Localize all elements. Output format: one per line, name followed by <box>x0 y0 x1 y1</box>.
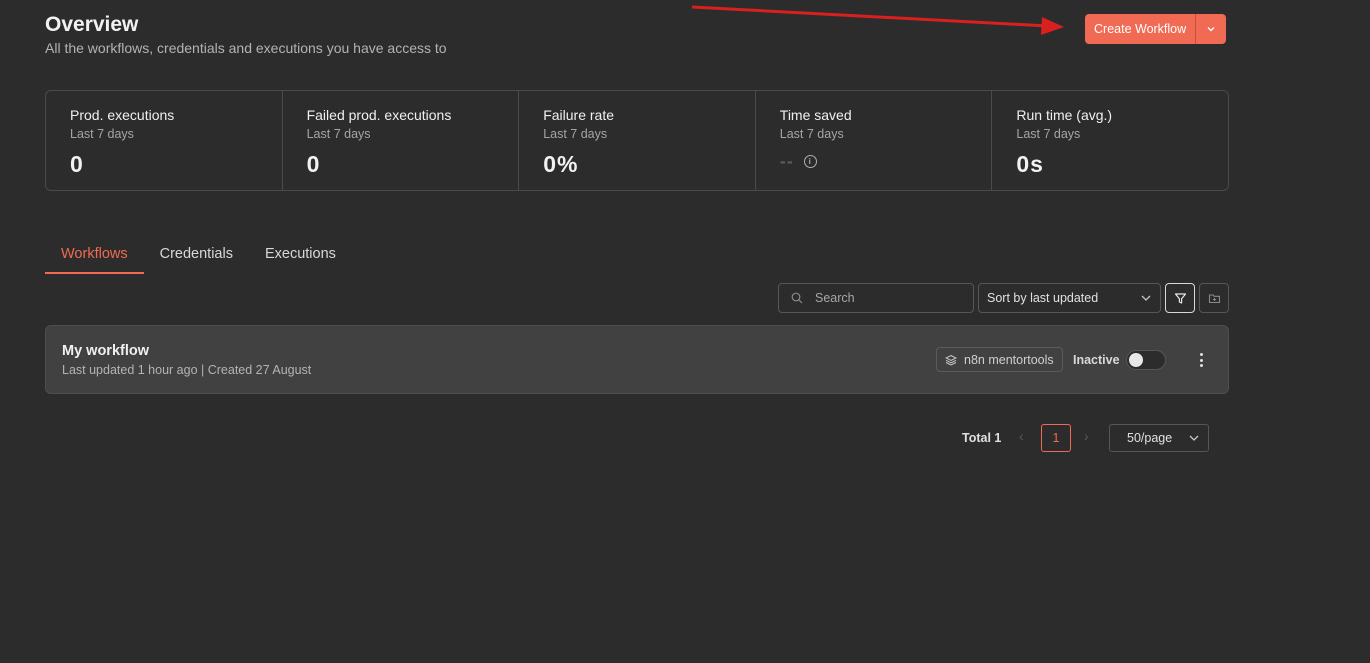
search-field[interactable] <box>778 283 974 313</box>
workflow-card[interactable]: My workflow Last updated 1 hour ago | Cr… <box>45 325 1229 394</box>
chevron-left-icon[interactable]: ‹ <box>1019 428 1024 444</box>
sort-select[interactable]: Sort by last updated <box>978 283 1161 313</box>
tab-workflows[interactable]: Workflows <box>45 238 144 274</box>
page-subtitle: All the workflows, credentials and execu… <box>45 40 447 56</box>
stat-value: -- <box>779 151 794 171</box>
stat-label: Failed prod. executions <box>306 107 452 123</box>
project-badge[interactable]: n8n mentortools <box>936 347 1063 372</box>
create-workflow-group: Create Workflow <box>1085 14 1227 44</box>
chevron-down-icon <box>1189 435 1199 441</box>
create-options-button[interactable] <box>1196 14 1227 44</box>
stat-value-row: -- i <box>780 151 968 172</box>
stat-period: Last 7 days <box>543 127 608 141</box>
tab-executions[interactable]: Executions <box>249 238 352 274</box>
chevron-down-icon <box>1141 295 1151 301</box>
workflow-name[interactable]: My workflow <box>62 343 149 359</box>
stat-failed-executions[interactable]: Failed prod. executions Last 7 days 0 <box>283 91 520 190</box>
stat-value: 0% <box>543 151 579 177</box>
resource-tabs: Workflows Credentials Executions <box>45 238 352 274</box>
stat-period: Last 7 days <box>1016 127 1081 141</box>
tab-credentials[interactable]: Credentials <box>144 238 249 274</box>
annotation-arrow <box>691 5 1064 35</box>
page-size-value: 50/page <box>1127 431 1173 445</box>
layers-icon <box>945 354 957 366</box>
stat-value: 0s <box>1016 151 1044 177</box>
pagination-total: Total 1 <box>962 431 1002 445</box>
search-input[interactable] <box>815 291 955 305</box>
chevron-right-icon[interactable]: › <box>1084 428 1089 444</box>
stat-value: 0 <box>306 151 321 177</box>
toggle-knob <box>1129 353 1143 367</box>
filter-icon <box>1174 292 1186 304</box>
stat-label: Run time (avg.) <box>1016 107 1113 123</box>
stat-time-saved[interactable]: Time saved Last 7 days -- i <box>756 91 993 190</box>
sort-value: Sort by last updated <box>987 291 1099 305</box>
page-title: Overview <box>45 13 139 36</box>
stat-label: Time saved <box>779 107 852 123</box>
stat-prod-executions[interactable]: Prod. executions Last 7 days 0 <box>46 91 283 190</box>
stat-period: Last 7 days <box>70 127 134 141</box>
folder-icon <box>1208 293 1220 303</box>
stat-period: Last 7 days <box>779 127 844 141</box>
filter-button[interactable] <box>1165 283 1195 313</box>
search-icon <box>791 292 803 304</box>
stat-period: Last 7 days <box>306 127 371 141</box>
overview-page: Overview All the workflows, credentials … <box>0 0 1370 663</box>
project-name: n8n mentortools <box>964 352 1054 367</box>
create-folder-button[interactable] <box>1199 283 1229 313</box>
workflow-meta: Last updated 1 hour ago | Created 27 Aug… <box>62 363 312 377</box>
page-number-button[interactable]: 1 <box>1041 424 1071 452</box>
stat-run-time[interactable]: Run time (avg.) Last 7 days 0s <box>992 91 1228 190</box>
stat-value: 0 <box>70 151 84 177</box>
page-size-select[interactable]: 50/page <box>1109 424 1209 452</box>
stat-label: Failure rate <box>543 107 614 123</box>
stat-failure-rate[interactable]: Failure rate Last 7 days 0% <box>519 91 756 190</box>
insights-summary: Prod. executions Last 7 days 0 Failed pr… <box>45 90 1229 191</box>
create-workflow-button[interactable]: Create Workflow <box>1085 14 1197 44</box>
workflow-status: Inactive <box>1073 353 1120 367</box>
chevron-down-icon <box>1207 27 1215 32</box>
info-icon[interactable]: i <box>803 155 817 168</box>
active-toggle[interactable] <box>1126 350 1166 370</box>
stat-label: Prod. executions <box>70 107 175 123</box>
kebab-menu-icon[interactable] <box>1196 351 1206 369</box>
